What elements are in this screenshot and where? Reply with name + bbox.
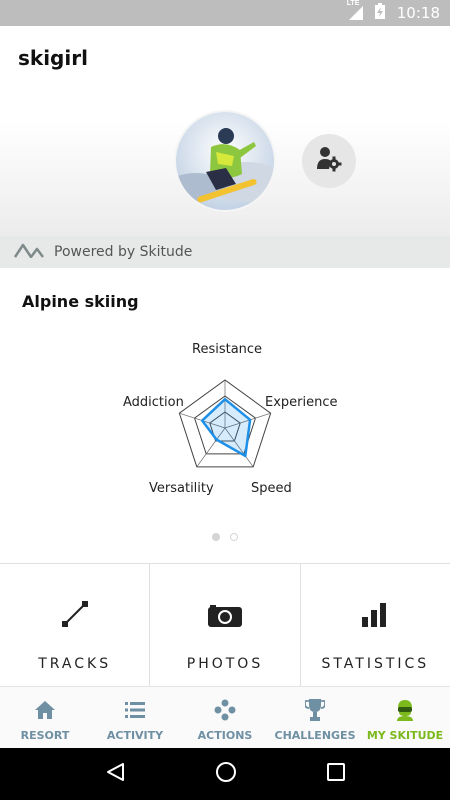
radar-label-resistance: Resistance <box>192 342 263 357</box>
radar-svg <box>178 379 272 468</box>
radar-label-experience: Experience <box>265 395 338 410</box>
trophy-icon <box>305 699 325 721</box>
page-dot-1[interactable] <box>212 533 220 541</box>
home-icon <box>35 699 55 721</box>
skier-helmet-icon <box>395 699 415 721</box>
list-icon <box>125 699 145 721</box>
camera-icon <box>207 596 242 632</box>
radar-label-versatility: Versatility <box>149 481 214 496</box>
page-dot-2[interactable] <box>230 533 238 541</box>
battery-icon <box>374 3 385 23</box>
bar-chart-icon <box>362 596 388 632</box>
nav-resort-label: RESORT <box>20 729 70 742</box>
nav-activity-label: ACTIVITY <box>106 729 164 742</box>
recents-icon[interactable] <box>327 762 345 786</box>
radar-label-addiction: Addiction <box>123 395 184 410</box>
nav-challenges-label: CHALLENGES <box>274 729 356 742</box>
user-settings-icon <box>315 145 343 178</box>
nav-activity[interactable]: ACTIVITY <box>90 687 180 748</box>
system-navigation-bar <box>0 748 450 800</box>
clock: 10:18 <box>396 4 440 22</box>
powered-by-bar: Powered by Skitude <box>0 236 450 268</box>
feature-tiles: TRACKS PHOTOS STATISTICS <box>0 563 450 686</box>
nav-actions[interactable]: ACTIONS <box>180 687 270 748</box>
back-icon[interactable] <box>105 762 125 787</box>
radar-label-speed: Speed <box>251 481 292 496</box>
page-indicator <box>212 533 238 541</box>
avatar[interactable] <box>176 112 274 210</box>
nav-actions-label: ACTIONS <box>197 729 253 742</box>
status-bar: LTE 10:18 <box>0 0 450 26</box>
signal-icon: LTE <box>347 0 363 20</box>
nav-challenges[interactable]: CHALLENGES <box>270 687 360 748</box>
dots-cluster-icon <box>214 699 236 721</box>
bottom-navigation: RESORT ACTIVITY ACTIONS CHALLENGES MY SK… <box>0 686 450 748</box>
username: skigirl <box>18 46 88 70</box>
statistics-label: STATISTICS <box>321 656 430 672</box>
track-line-icon <box>61 596 89 632</box>
photos-label: PHOTOS <box>186 656 264 672</box>
photos-tile[interactable]: PHOTOS <box>150 564 301 686</box>
profile-header: skigirl <box>0 26 450 236</box>
profile-settings-button[interactable] <box>302 134 356 188</box>
skill-radar-chart: Resistance Experience Speed Versatility … <box>100 335 350 510</box>
nav-my-skitude[interactable]: MY SKITUDE <box>360 687 450 748</box>
tracks-tile[interactable]: TRACKS <box>0 564 151 686</box>
statistics-tile[interactable]: STATISTICS <box>301 564 450 686</box>
sport-title: Alpine skiing <box>22 292 139 311</box>
tracks-label: TRACKS <box>38 656 112 672</box>
powered-by-text: Powered by Skitude <box>54 244 193 260</box>
network-type: LTE <box>346 0 360 7</box>
skitude-logo-icon <box>13 242 44 262</box>
nav-resort[interactable]: RESORT <box>0 687 90 748</box>
nav-my-skitude-label: MY SKITUDE <box>366 729 444 742</box>
home-circle-icon[interactable] <box>215 761 237 788</box>
